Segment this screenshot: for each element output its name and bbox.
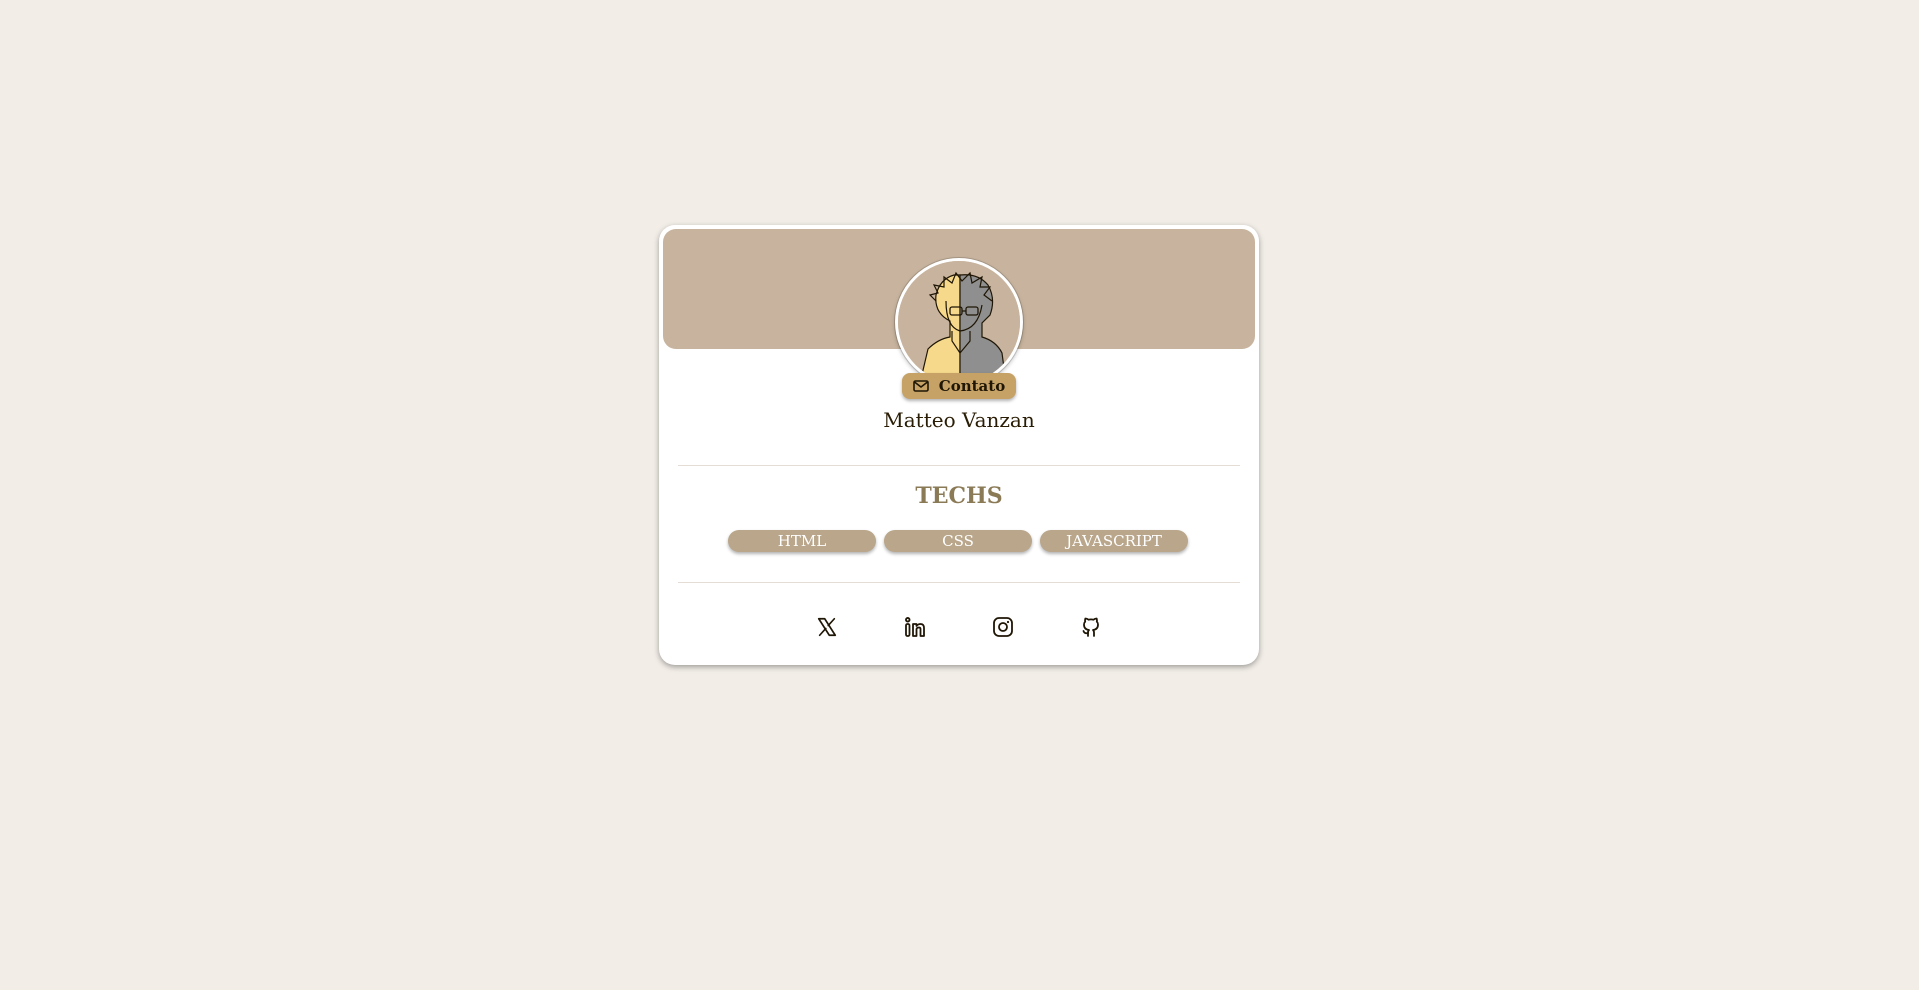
avatar	[895, 258, 1023, 386]
instagram-icon[interactable]	[991, 615, 1015, 639]
profile-card: Contato Matteo Vanzan TECHS HTML CSS JAV…	[659, 225, 1259, 665]
tech-tag-javascript: JAVASCRIPT	[1040, 530, 1188, 552]
techs-title: TECHS	[915, 483, 1003, 509]
tech-tag-css: CSS	[884, 530, 1032, 552]
github-icon[interactable]	[1079, 615, 1103, 639]
social-links	[659, 615, 1259, 639]
contact-button[interactable]: Contato	[902, 373, 1016, 399]
profile-name: Matteo Vanzan	[883, 408, 1035, 432]
linkedin-icon[interactable]	[903, 615, 927, 639]
mail-icon	[912, 377, 929, 396]
divider	[678, 465, 1240, 466]
tech-tag-html: HTML	[728, 530, 876, 552]
tech-tags: HTML CSS JAVASCRIPT	[728, 530, 1190, 552]
x-icon[interactable]	[815, 615, 839, 639]
contact-button-label: Contato	[938, 377, 1006, 395]
divider	[678, 582, 1240, 583]
